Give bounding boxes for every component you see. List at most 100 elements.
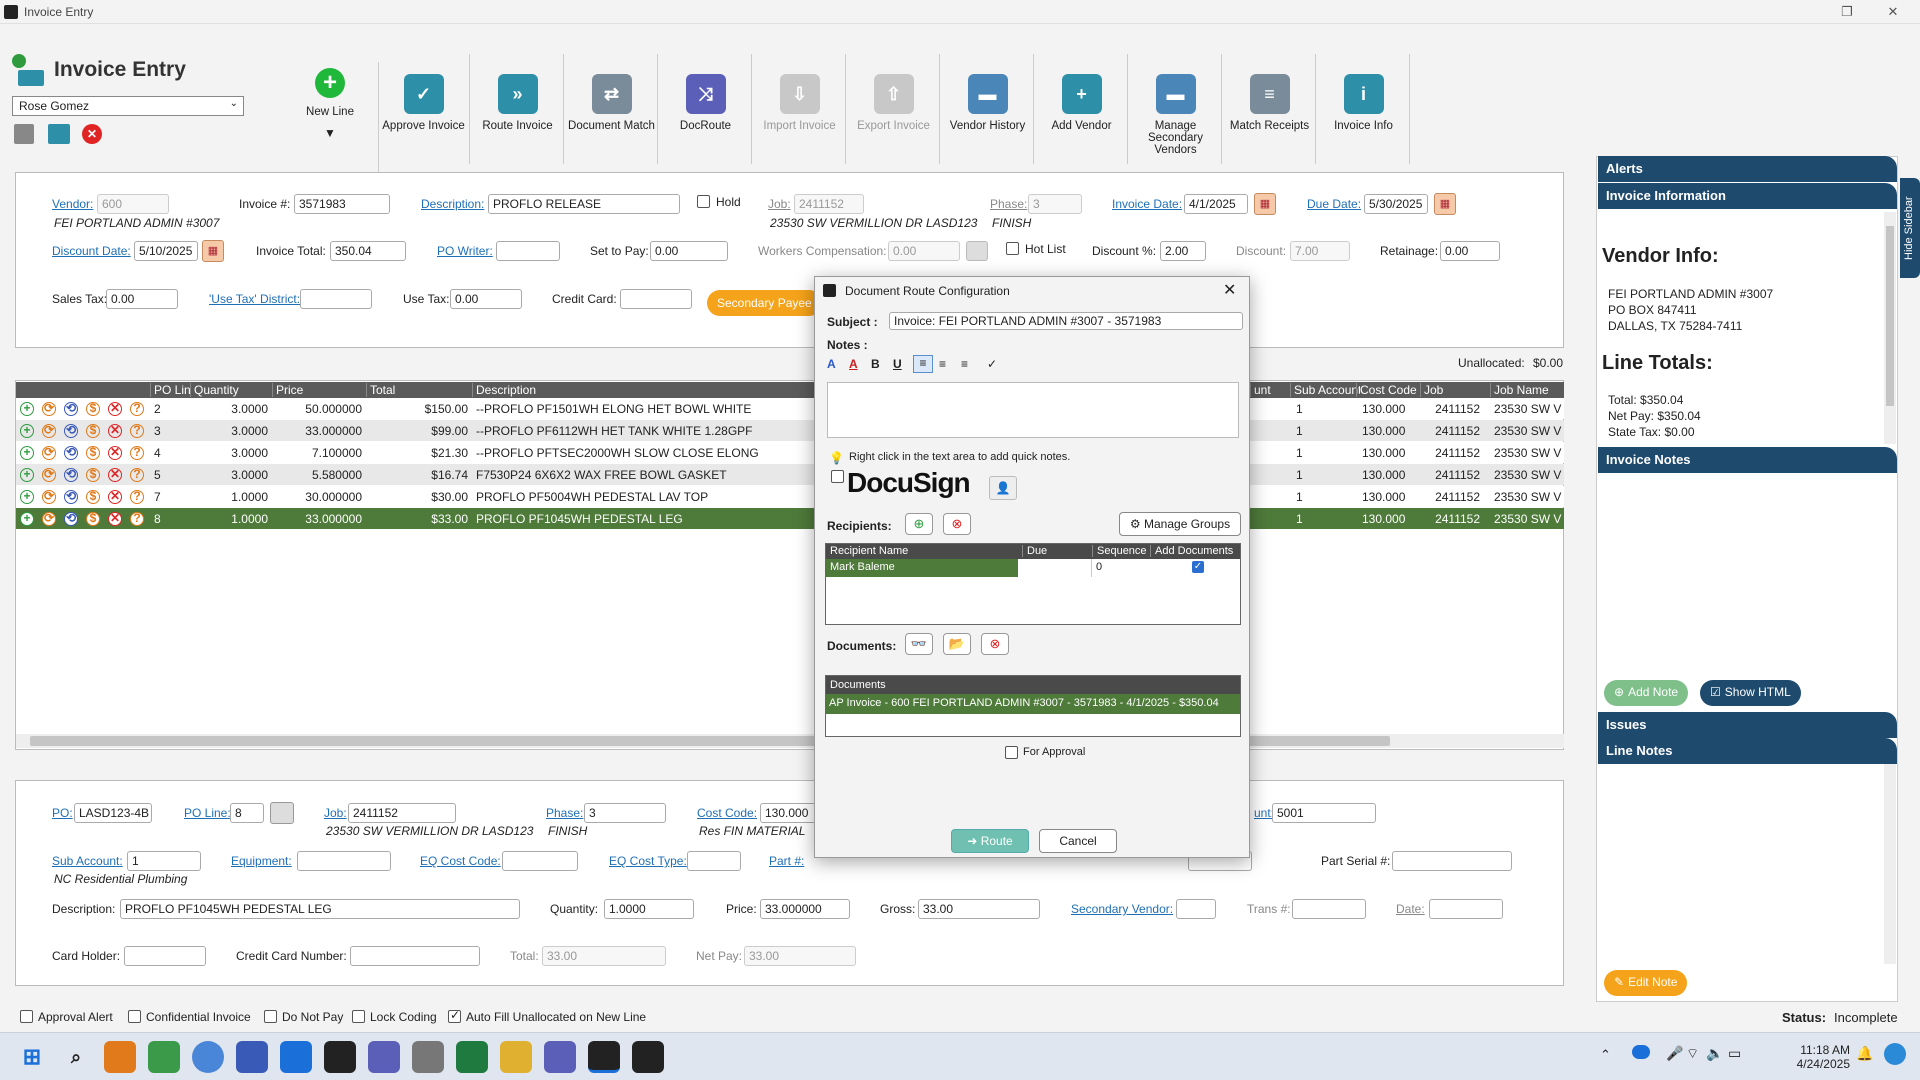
invoice-total-field[interactable]: 350.04 (330, 241, 406, 261)
cc-number-field[interactable] (350, 946, 480, 966)
card-holder-field[interactable] (124, 946, 206, 966)
search-icon[interactable]: ⌕ (60, 1041, 92, 1073)
calculator-icon[interactable] (966, 241, 988, 261)
job-detail-field[interactable]: 2411152 (348, 803, 456, 823)
windows-start-icon[interactable]: ⊞ (16, 1041, 48, 1073)
table-row[interactable]: + ⟳ ⟲ $ ✕? 2 3.0000 50.000000 $150.00 --PROFLO PF… (16, 398, 1564, 419)
lock-coding-checkbox[interactable] (352, 1010, 365, 1023)
refresh-icon[interactable]: ⟳ (42, 512, 56, 526)
trans-field[interactable] (1292, 899, 1366, 919)
credit-card-field[interactable] (620, 289, 692, 309)
add-note-button[interactable]: ⊕ Add Note (1604, 680, 1689, 706)
sub-account-field[interactable]: 1 (127, 851, 201, 871)
eq-cost-type-field[interactable] (687, 851, 741, 871)
docroute-button[interactable]: ⤨ DocRoute (660, 54, 752, 164)
line-total-field[interactable]: 33.00 (542, 946, 666, 966)
add-row-icon[interactable]: + (20, 512, 34, 526)
battery-icon[interactable]: ▭ (1728, 1045, 1741, 1062)
wifi-icon[interactable]: ⌔ (1686, 1045, 1699, 1063)
refresh-icon[interactable]: ⟳ (42, 490, 56, 504)
secondary-vendor-field[interactable] (1176, 899, 1216, 919)
invoice-date-link[interactable]: Invoice Date: (1112, 197, 1182, 211)
recipient-due[interactable] (1018, 559, 1092, 577)
app-icon[interactable] (544, 1041, 576, 1073)
phase-detail-field[interactable]: 3 (584, 803, 666, 823)
confidential-invoice-checkbox[interactable] (128, 1010, 141, 1023)
workers-comp-field[interactable]: 0.00 (888, 241, 960, 261)
import-invoice-button[interactable]: ⇩ Import Invoice (754, 54, 846, 164)
align-center-icon[interactable]: ≡ (939, 357, 946, 371)
match-receipts-button[interactable]: ≡ Match Receipts (1224, 54, 1316, 164)
lookup-icon[interactable] (270, 802, 294, 824)
caret-down-icon[interactable]: ▼ (284, 126, 376, 140)
speaker-icon[interactable]: 🔈 (1706, 1045, 1723, 1062)
document-match-button[interactable]: ⇄ Document Match (566, 54, 658, 164)
invoice-date-field[interactable]: 4/1/2025 (1184, 194, 1248, 214)
help-icon[interactable]: ? (130, 490, 144, 504)
refresh-icon[interactable]: ⟳ (42, 402, 56, 416)
sub-account-link[interactable]: Sub Account: (52, 854, 123, 868)
sales-tax-field[interactable]: 0.00 (106, 289, 178, 309)
add-recipient-icon[interactable]: ⊕ (905, 513, 933, 535)
app-icon[interactable] (104, 1041, 136, 1073)
use-tax-district-field[interactable] (300, 289, 372, 309)
approve-invoice-button[interactable]: ✓ Approve Invoice (378, 54, 470, 164)
edit-note-button[interactable]: ✎ Edit Note (1604, 970, 1688, 996)
remove-document-icon[interactable]: ⊗ (981, 633, 1009, 655)
vendor-field[interactable]: 600 (97, 194, 169, 214)
app-icon[interactable] (148, 1041, 180, 1073)
retainage-field[interactable]: 0.00 (1440, 241, 1500, 261)
job-detail-link[interactable]: Job: (324, 806, 347, 820)
save-icon[interactable] (14, 124, 34, 144)
recipient-row[interactable]: Mark Baleme 0 ✓ (826, 559, 1240, 577)
subject-field[interactable]: Invoice: FEI PORTLAND ADMIN #3007 - 3571… (889, 312, 1243, 330)
auto-fill-checkbox[interactable] (448, 1008, 461, 1023)
table-row[interactable]: + ⟳ ⟲ $ ✕? 4 3.0000 7.100000 $21.30 --PROFLO PFTS… (16, 442, 1564, 463)
manage-secondary-vendors-button[interactable]: ▬ Manage Secondary Vendors (1130, 54, 1222, 164)
discount-date-link[interactable]: Discount Date: (52, 244, 131, 258)
po-writer-link[interactable]: PO Writer: (437, 244, 493, 258)
restore-button[interactable]: ❐ (1830, 2, 1864, 22)
col-price[interactable]: Price (272, 383, 366, 397)
line-notes-scrollbar[interactable] (1884, 764, 1896, 964)
add-vendor-button[interactable]: + Add Vendor (1036, 54, 1128, 164)
due-date-field[interactable]: 5/30/2025 (1364, 194, 1428, 214)
folder-icon[interactable]: 📂 (943, 633, 971, 655)
table-row[interactable]: + ⟳ ⟲ $ ✕? 8 1.0000 33.000000 $33.00 PROFLO PF104… (16, 508, 1564, 529)
pdf-icon[interactable] (632, 1041, 664, 1073)
spc-active-icon[interactable] (588, 1041, 620, 1073)
add-row-icon[interactable]: + (20, 424, 34, 438)
phase-link[interactable]: Phase: (990, 197, 1027, 211)
align-left-icon[interactable]: ≡ (913, 355, 933, 373)
net-pay-field[interactable]: 33.00 (744, 946, 856, 966)
help-icon[interactable]: ? (130, 402, 144, 416)
date-field[interactable] (1429, 899, 1503, 919)
history-icon[interactable]: ⟲ (64, 512, 78, 526)
add-invoice-icon[interactable] (48, 124, 70, 144)
chrome-icon[interactable] (192, 1041, 224, 1073)
approval-alert-checkbox[interactable] (20, 1010, 33, 1023)
manage-groups-button[interactable]: ⚙ Manage Groups (1119, 512, 1241, 536)
add-documents-checkbox[interactable]: ✓ (1192, 561, 1204, 573)
onedrive-icon[interactable] (1632, 1045, 1650, 1059)
help-icon[interactable]: ? (130, 468, 144, 482)
col-job-name[interactable]: Job Name (1490, 383, 1564, 397)
refresh-icon[interactable]: ⟳ (42, 446, 56, 460)
calendar-icon[interactable]: ▦ (1434, 193, 1456, 215)
notifications-icon[interactable]: 🔔 (1856, 1045, 1873, 1062)
equipment-link[interactable]: Equipment: (231, 854, 292, 868)
dollar-icon[interactable]: $ (86, 424, 100, 438)
history-icon[interactable]: ⟲ (64, 446, 78, 460)
secondary-vendor-link[interactable]: Secondary Vendor: (1071, 902, 1173, 916)
set-to-pay-field[interactable]: 0.00 (650, 241, 728, 261)
add-row-icon[interactable]: + (20, 468, 34, 482)
delete-row-icon[interactable]: ✕ (108, 402, 122, 416)
add-row-icon[interactable]: + (20, 446, 34, 460)
delete-row-icon[interactable]: ✕ (108, 512, 122, 526)
dollar-icon[interactable]: $ (86, 446, 100, 460)
cancel-button[interactable]: Cancel (1039, 829, 1117, 853)
delete-row-icon[interactable]: ✕ (108, 446, 122, 460)
table-row[interactable]: + ⟳ ⟲ $ ✕? 3 3.0000 33.000000 $99.00 --PROFLO PF6… (16, 420, 1564, 441)
delete-icon[interactable]: ✕ (82, 124, 102, 144)
cost-code-field[interactable]: 130.000 (760, 803, 818, 823)
